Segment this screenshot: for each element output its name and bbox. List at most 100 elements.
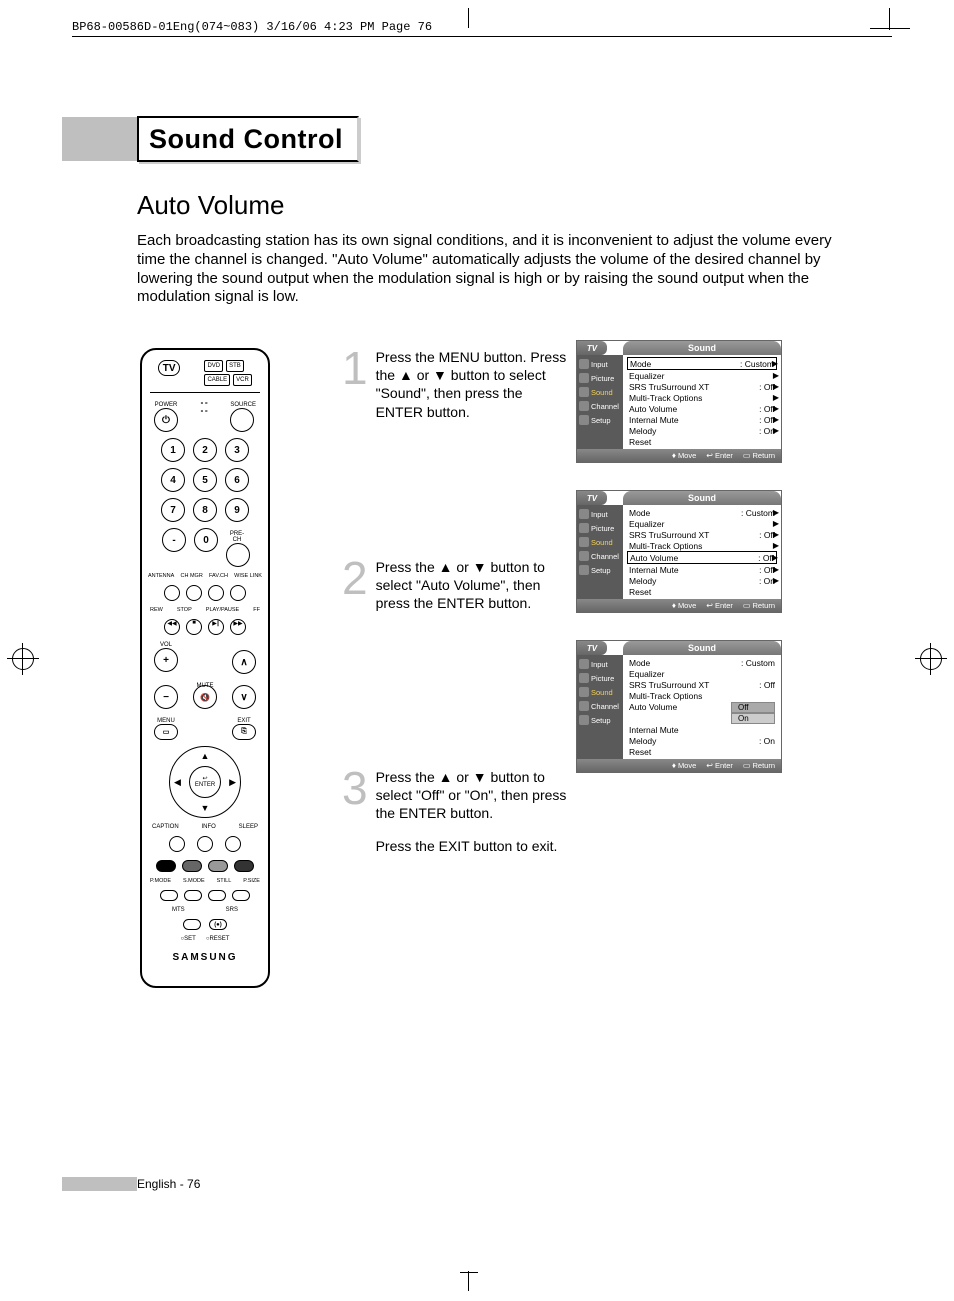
enter-button: ↩ENTER xyxy=(189,766,221,798)
osd-item-auto-volume: Auto VolumeOffOn xyxy=(627,701,777,724)
osd-item-label: Internal Mute xyxy=(629,415,679,425)
num-2: 2 xyxy=(193,438,217,462)
num-3: 3 xyxy=(225,438,249,462)
step-1-number: 1 xyxy=(342,348,368,478)
psize-label: P.SIZE xyxy=(243,878,260,884)
osd-item-label: Reset xyxy=(629,437,651,447)
num-7: 7 xyxy=(161,498,185,522)
footer-gray-block xyxy=(62,1177,137,1191)
num-6: 6 xyxy=(225,468,249,492)
osd-side-label: Input xyxy=(591,510,608,519)
chevron-right-icon: ▶ xyxy=(772,553,778,562)
osd-item-label: Equalizer xyxy=(629,519,664,529)
osd-item-multi-track-options: Multi-Track Options ▶ xyxy=(627,540,777,551)
registration-mark-right xyxy=(920,648,942,670)
wiselink-btn xyxy=(230,585,246,601)
osd-item-label: Mode xyxy=(629,658,650,668)
caption-btn xyxy=(169,836,185,852)
rew-icon: ◀◀ xyxy=(164,619,180,635)
osd-side-channel: Channel xyxy=(577,399,623,413)
osd-item-srs-trusurround-xt: SRS TruSurround XT: Off▶ xyxy=(627,529,777,540)
remote-cable: CABLE xyxy=(204,374,230,386)
osd-move-hint: Move xyxy=(672,451,696,460)
osd-item-mode: Mode: Custom xyxy=(627,657,777,668)
osd-item-label: Mode xyxy=(630,359,651,369)
step-1-text: Press the MENU button. Press the ▲ or ▼ … xyxy=(376,348,572,478)
reset-label: RESET xyxy=(209,936,229,942)
chevron-right-icon: ▶ xyxy=(773,404,779,413)
osd2-title: Sound xyxy=(623,491,781,505)
osd-option-off: Off xyxy=(731,702,775,713)
osd-side-picture: Picture xyxy=(577,371,623,385)
psize-btn xyxy=(232,890,250,901)
rew-label: REW xyxy=(150,607,163,613)
osd-item-melody: Melody: On▶ xyxy=(627,425,777,436)
osd-side-setup: Setup xyxy=(577,713,623,727)
chevron-right-icon: ▶ xyxy=(773,565,779,574)
osd-item-internal-mute: Internal Mute: Off▶ xyxy=(627,564,777,575)
crop-mark-tr-h xyxy=(870,28,910,29)
ff-icon: ▶▶ xyxy=(230,619,246,635)
menu-label: MENU xyxy=(154,718,178,724)
osd-item-melody: Melody: On xyxy=(627,735,777,746)
osd3-title: Sound xyxy=(623,641,781,655)
step-2-text: Press the ▲ or ▼ button to select "Auto … xyxy=(376,558,572,688)
osd-side-label: Setup xyxy=(591,716,611,725)
osd-item-melody: Melody: On▶ xyxy=(627,575,777,586)
osd-item-equalizer: Equalizer xyxy=(627,668,777,679)
osd-item-auto-volume: Auto Volume: Off▶ xyxy=(627,551,777,564)
osd-item-multi-track-options: Multi-Track Options▶ xyxy=(627,392,777,403)
osd-side-label: Setup xyxy=(591,416,611,425)
wiselink-label: WISE LINK xyxy=(234,573,262,579)
color-blue xyxy=(234,860,254,872)
osd1-footer: Move Enter Return xyxy=(577,449,781,462)
menu-icon xyxy=(579,659,589,669)
osd3-main: Mode: CustomEqualizerSRS TruSurround XT:… xyxy=(623,655,781,759)
num-8: 8 xyxy=(193,498,217,522)
osd-item-label: Multi-Track Options xyxy=(629,541,702,551)
osd-item-label: Multi-Track Options xyxy=(629,691,702,701)
step-2-number: 2 xyxy=(342,558,368,688)
osd-item-equalizer: Equalizer▶ xyxy=(627,518,777,529)
prech-button xyxy=(226,543,250,567)
osd3-footer: Move Enter Return xyxy=(577,759,781,772)
osd-side-label: Picture xyxy=(591,374,614,383)
osd-side-label: Sound xyxy=(591,538,613,547)
smode-label: S.MODE xyxy=(183,878,205,884)
chevron-right-icon: ▶ xyxy=(773,541,779,550)
step-2: 2 Press the ▲ or ▼ button to select "Aut… xyxy=(342,558,572,688)
favch-label: FAV.CH xyxy=(209,573,228,579)
osd-side-label: Setup xyxy=(591,566,611,575)
steps-column: 1 Press the MENU button. Press the ▲ or … xyxy=(342,348,572,935)
ch-down-icon: ∨ xyxy=(232,685,256,709)
registration-mark-left xyxy=(12,648,34,670)
osd-side-setup: Setup xyxy=(577,563,623,577)
osd-item-mode: Mode: Custom▶ xyxy=(627,507,777,518)
osd-item-label: Mode xyxy=(629,508,650,518)
osd-item-srs-trusurround-xt: SRS TruSurround XT: Off xyxy=(627,679,777,690)
ff-label: FF xyxy=(253,607,260,613)
remote-power-label: POWER xyxy=(154,402,178,408)
osd-item-reset: Reset xyxy=(627,436,777,447)
osd2-main: Mode: Custom▶Equalizer▶SRS TruSurround X… xyxy=(623,505,781,599)
dpad-left-icon: ◀ xyxy=(174,777,181,788)
sleep-btn xyxy=(225,836,241,852)
menu-icon xyxy=(579,373,589,383)
osd-side-picture: Picture xyxy=(577,671,623,685)
exit-label: EXIT xyxy=(232,718,256,724)
osd-side-sound: Sound xyxy=(577,535,623,549)
num-dash: - xyxy=(162,528,186,552)
remote-tv-button: TV xyxy=(158,360,180,376)
osd-screenshot-3: TV Sound InputPictureSoundChannelSetup M… xyxy=(576,640,780,773)
chmgr-btn xyxy=(186,585,202,601)
osd-item-label: Auto Volume xyxy=(630,553,678,563)
menu-icon xyxy=(579,359,589,369)
osd-return-hint: Return xyxy=(743,761,775,770)
pmode-label: P.MODE xyxy=(150,878,171,884)
antenna-label: ANTENNA xyxy=(148,573,174,579)
osd-item-label: Auto Volume xyxy=(629,404,677,414)
osd-item-reset: Reset xyxy=(627,746,777,757)
color-yellow xyxy=(208,860,228,872)
osd-enter-hint: Enter xyxy=(706,761,733,770)
dpad: ▲ ▼ ◀ ▶ ↩ENTER xyxy=(169,746,241,818)
